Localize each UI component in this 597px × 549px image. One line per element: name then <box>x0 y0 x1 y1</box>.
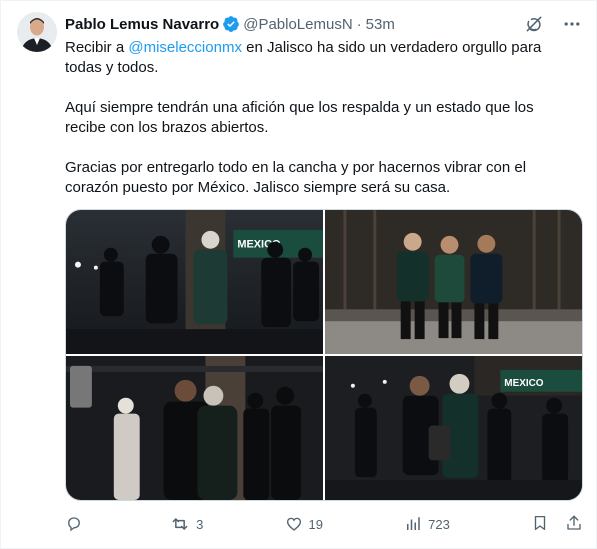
tweet-paragraph-3: Gracias por entregarlo todo en la cancha… <box>65 159 527 196</box>
mention-link[interactable]: @miseleccionmx <box>128 39 242 56</box>
more-icon[interactable] <box>562 14 582 34</box>
right-actions <box>531 514 583 535</box>
avatar[interactable] <box>17 12 57 52</box>
retweet-icon <box>172 518 188 530</box>
author-name[interactable]: Pablo Lemus Navarro <box>65 16 219 33</box>
photo-1[interactable]: MEXICO <box>66 210 323 354</box>
bookmark-button[interactable] <box>531 514 549 535</box>
photo-3[interactable] <box>66 356 323 500</box>
views-button[interactable]: 723 <box>404 515 450 533</box>
bookmark-icon <box>534 515 546 530</box>
like-count: 19 <box>308 516 323 532</box>
timestamp[interactable]: 53m <box>366 16 395 33</box>
tweet-paragraph-1: Recibir a @miseleccionmx en Jalisco ha s… <box>65 38 565 78</box>
action-bar: 3 19 723 <box>65 512 583 536</box>
like-button[interactable]: 19 <box>285 515 323 533</box>
retweet-count: 3 <box>196 516 204 532</box>
reply-button[interactable] <box>65 515 89 533</box>
photo-2[interactable] <box>325 210 582 354</box>
media-grid: MEXICO MEXICO <box>65 209 583 501</box>
grok-icon[interactable] <box>524 14 544 34</box>
verified-badge-icon <box>222 15 240 33</box>
separator-dot: · <box>356 15 362 33</box>
text-segment: Recibir a <box>65 39 129 56</box>
views-chart-icon <box>407 517 420 530</box>
tweet-text: Recibir a @miseleccionmx en Jalisco ha s… <box>65 38 565 218</box>
author-handle[interactable]: @PabloLemusN <box>243 16 352 33</box>
header-actions <box>524 13 582 35</box>
tweet-paragraph-2: Aquí siempre tendrán una afición que los… <box>65 99 534 136</box>
share-icon <box>567 515 581 530</box>
tweet-card[interactable]: Pablo Lemus Navarro @PabloLemusN · 53m R… <box>0 0 597 549</box>
reply-icon <box>68 517 80 532</box>
retweet-button[interactable]: 3 <box>170 514 203 534</box>
photo-4[interactable]: MEXICO <box>325 356 582 500</box>
heart-icon <box>286 517 301 531</box>
share-button[interactable] <box>565 514 583 535</box>
tweet-header: Pablo Lemus Navarro @PabloLemusN · 53m <box>65 13 582 35</box>
banner-text-2: MEXICO <box>504 378 544 389</box>
views-count: 723 <box>428 516 450 532</box>
